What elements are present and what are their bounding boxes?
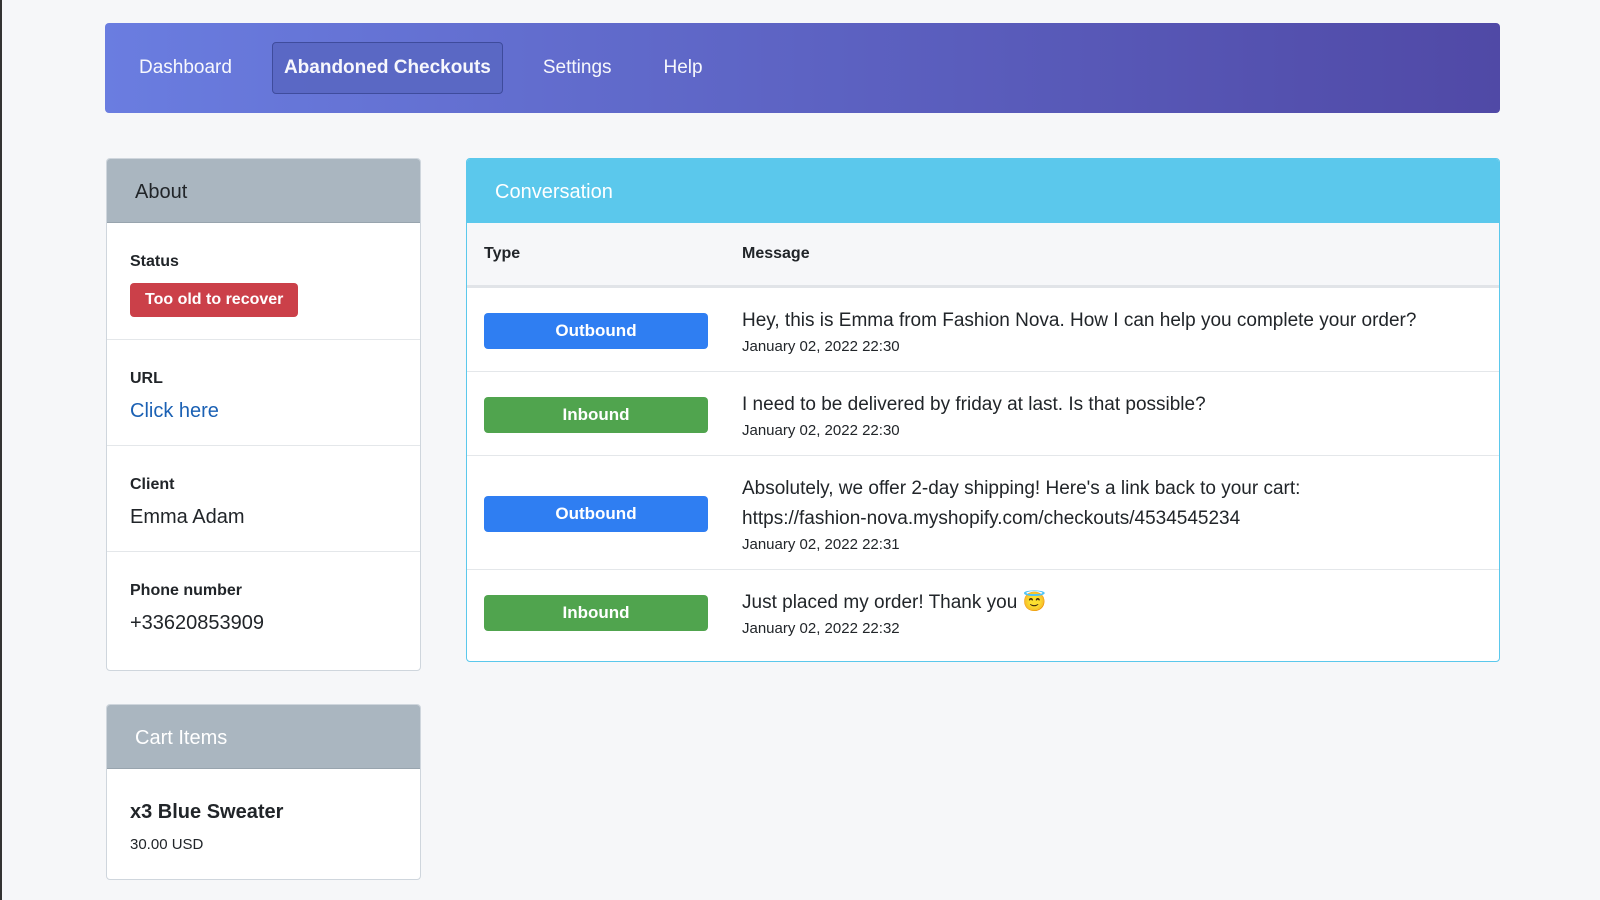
cart-item: x3 Blue Sweater 30.00 USD [107, 769, 420, 875]
message-text: Absolutely, we offer 2-day shipping! Her… [742, 478, 1301, 529]
phone-section: Phone number +33620853909 [107, 552, 420, 657]
type-badge-outbound: Outbound [484, 495, 708, 532]
client-label: Client [130, 476, 175, 493]
header-message: Message [725, 223, 1499, 288]
table-row: Outbound Hey, this is Emma from Fashion … [467, 286, 1499, 372]
status-badge: Too old to recover [130, 283, 299, 317]
conversation-table: Type Message Outbound Hey, this is Emma … [467, 223, 1499, 653]
top-navbar: Dashboard Abandoned Checkouts Settings H… [105, 23, 1500, 113]
client-value: Emma Adam [130, 506, 245, 528]
nav-dashboard[interactable]: Dashboard [139, 45, 244, 91]
message-time: January 02, 2022 22:30 [742, 422, 900, 439]
about-title: About [107, 159, 420, 223]
message-text: Hey, this is Emma from Fashion Nova. How… [742, 310, 1417, 331]
url-section: URL Click here [107, 340, 420, 446]
table-row: Inbound Just placed my order! Thank you … [467, 570, 1499, 654]
message-text: I need to be delivered by friday at last… [742, 394, 1206, 415]
status-label: Status [130, 253, 179, 270]
status-section: Status Too old to recover [107, 223, 420, 340]
about-card: About Status Too old to recover URL Clic… [106, 158, 421, 671]
type-badge-outbound: Outbound [484, 312, 708, 349]
cart-item-price: 30.00 USD [130, 836, 204, 853]
message-text: Just placed my order! Thank you 😇 [742, 592, 1047, 613]
header-type: Type [467, 223, 725, 288]
message-time: January 02, 2022 22:30 [742, 338, 900, 355]
message-time: January 02, 2022 22:32 [742, 620, 900, 637]
cart-card: Cart Items x3 Blue Sweater 30.00 USD [106, 704, 421, 880]
nav-help[interactable]: Help [652, 45, 715, 91]
cart-item-name: x3 Blue Sweater [130, 801, 284, 823]
cart-title: Cart Items [107, 705, 420, 769]
nav-settings[interactable]: Settings [531, 45, 624, 91]
url-label: URL [130, 370, 163, 387]
phone-value: +33620853909 [130, 612, 265, 634]
type-badge-inbound: Inbound [484, 396, 708, 433]
nav-abandoned-checkouts[interactable]: Abandoned Checkouts [271, 42, 503, 94]
table-row: Outbound Absolutely, we offer 2-day ship… [467, 455, 1499, 570]
url-link[interactable]: Click here [130, 400, 219, 422]
conversation-card: Conversation Type Message Outbound Hey, … [466, 158, 1500, 662]
client-section: Client Emma Adam [107, 446, 420, 552]
table-row: Inbound I need to be delivered by friday… [467, 371, 1499, 456]
conversation-title: Conversation [467, 159, 1499, 223]
phone-label: Phone number [130, 582, 243, 599]
message-time: January 02, 2022 22:31 [742, 536, 900, 553]
type-badge-inbound: Inbound [484, 594, 708, 631]
